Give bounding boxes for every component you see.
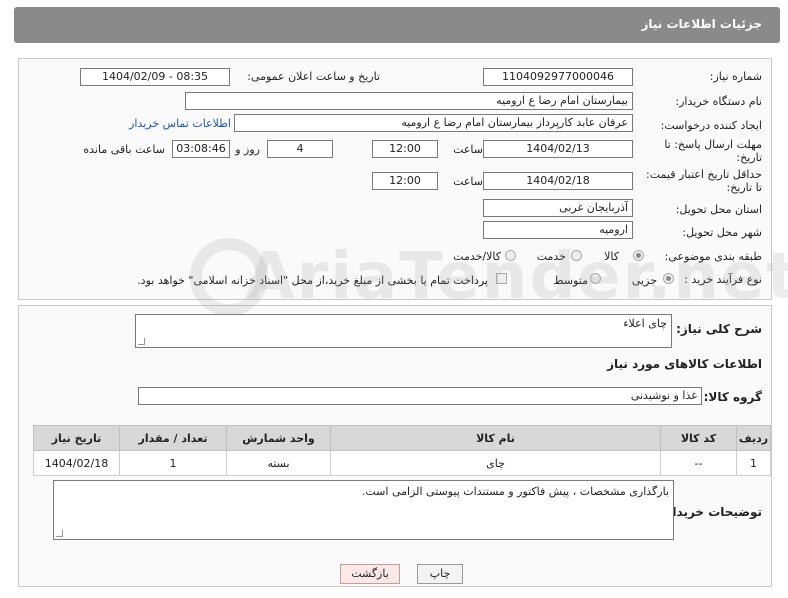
buyer-label: نام دستگاه خریدار: — [675, 95, 762, 108]
col-header-date: تاریخ نیاز — [33, 425, 120, 451]
days-field[interactable]: 4 — [267, 140, 333, 158]
city-field[interactable]: ارومیه — [483, 221, 633, 239]
resize-handle-icon[interactable] — [138, 338, 145, 345]
summary-text: چای اعلاء — [623, 317, 667, 330]
province-label: استان محل تحویل: — [675, 203, 762, 216]
resize-handle-icon[interactable] — [56, 530, 63, 537]
goods-info-title: اطلاعات کالاهای مورد نیاز — [607, 357, 762, 371]
summary-field[interactable]: چای اعلاء — [135, 314, 672, 348]
deadline-label: مهلت ارسال پاسخ: تا تاریخ: — [664, 138, 762, 164]
buyer-field[interactable]: بیمارستان امام رضا ع ارومیه — [185, 92, 633, 110]
buyer-notes-label: توضیحات خریدار: — [660, 505, 762, 519]
remaining-label: ساعت باقی مانده — [83, 143, 165, 156]
col-header-name: نام کالا — [330, 425, 661, 451]
requester-label: ایجاد کننده درخواست: — [660, 119, 762, 132]
validity-label: حداقل تاریخ اعتبار قیمت: تا تاریخ: — [646, 168, 762, 194]
announce-field[interactable]: 1404/02/09 - 08:35 — [80, 68, 230, 86]
validity-time-field[interactable]: 12:00 — [372, 172, 438, 190]
days-label: روز و — [235, 143, 260, 156]
back-button[interactable]: بازگشت — [340, 564, 400, 584]
cell-row-no: 1 — [736, 450, 771, 476]
cell-unit: بسته — [226, 450, 331, 476]
cell-code: -- — [660, 450, 737, 476]
validity-date-field[interactable]: 1404/02/18 — [483, 172, 633, 190]
cell-name: چای — [330, 450, 661, 476]
deadline-time-field[interactable]: 12:00 — [372, 140, 438, 158]
remaining-time-field[interactable]: 03:08:46 — [172, 140, 230, 158]
page-title: جزئیات اطلاعات نیاز — [641, 17, 762, 31]
cell-qty: 1 — [119, 450, 227, 476]
buyer-notes-field[interactable]: بارگذاری مشخصات ، پیش فاکتور و مستندات پ… — [53, 480, 674, 540]
group-label: گروه کالا: — [703, 390, 762, 404]
watermark-text: AriaTender.net — [245, 240, 788, 314]
city-label: شهر محل تحویل: — [682, 226, 762, 239]
need-number-field[interactable]: 1104092977000046 — [483, 68, 633, 86]
cell-date: 1404/02/18 — [33, 450, 120, 476]
summary-label: شرح کلی نیاز: — [676, 322, 762, 336]
need-number-label: شماره نیاز: — [709, 70, 762, 83]
col-header-code: کد کالا — [660, 425, 737, 451]
col-header-unit: واحد شمارش — [226, 425, 331, 451]
contact-buyer-link[interactable]: اطلاعات تماس خریدار — [129, 117, 231, 130]
col-header-qty: تعداد / مقدار — [119, 425, 227, 451]
col-header-row-no: ردیف — [736, 425, 771, 451]
requester-field[interactable]: عرفان عابد کارپرداز بیمارستان امام رضا ع… — [234, 114, 633, 132]
deadline-time-label: ساعت — [453, 143, 483, 156]
group-field[interactable]: غذا و نوشیدنی — [138, 387, 702, 405]
province-field[interactable]: آذربایجان غربی — [483, 199, 633, 217]
goods-table: ردیف کد کالا نام کالا واحد شمارش تعداد /… — [33, 425, 771, 476]
print-button[interactable]: چاپ — [417, 564, 463, 584]
announce-label: تاریخ و ساعت اعلان عمومی: — [247, 70, 380, 83]
deadline-date-field[interactable]: 1404/02/13 — [483, 140, 633, 158]
table-header-row: ردیف کد کالا نام کالا واحد شمارش تعداد /… — [33, 425, 771, 451]
buyer-notes-text: بارگذاری مشخصات ، پیش فاکتور و مستندات پ… — [361, 485, 669, 498]
table-row: 1 -- چای بسته 1 1404/02/18 — [33, 450, 771, 476]
validity-time-label: ساعت — [453, 175, 483, 188]
page-header: جزئیات اطلاعات نیاز — [14, 7, 780, 43]
